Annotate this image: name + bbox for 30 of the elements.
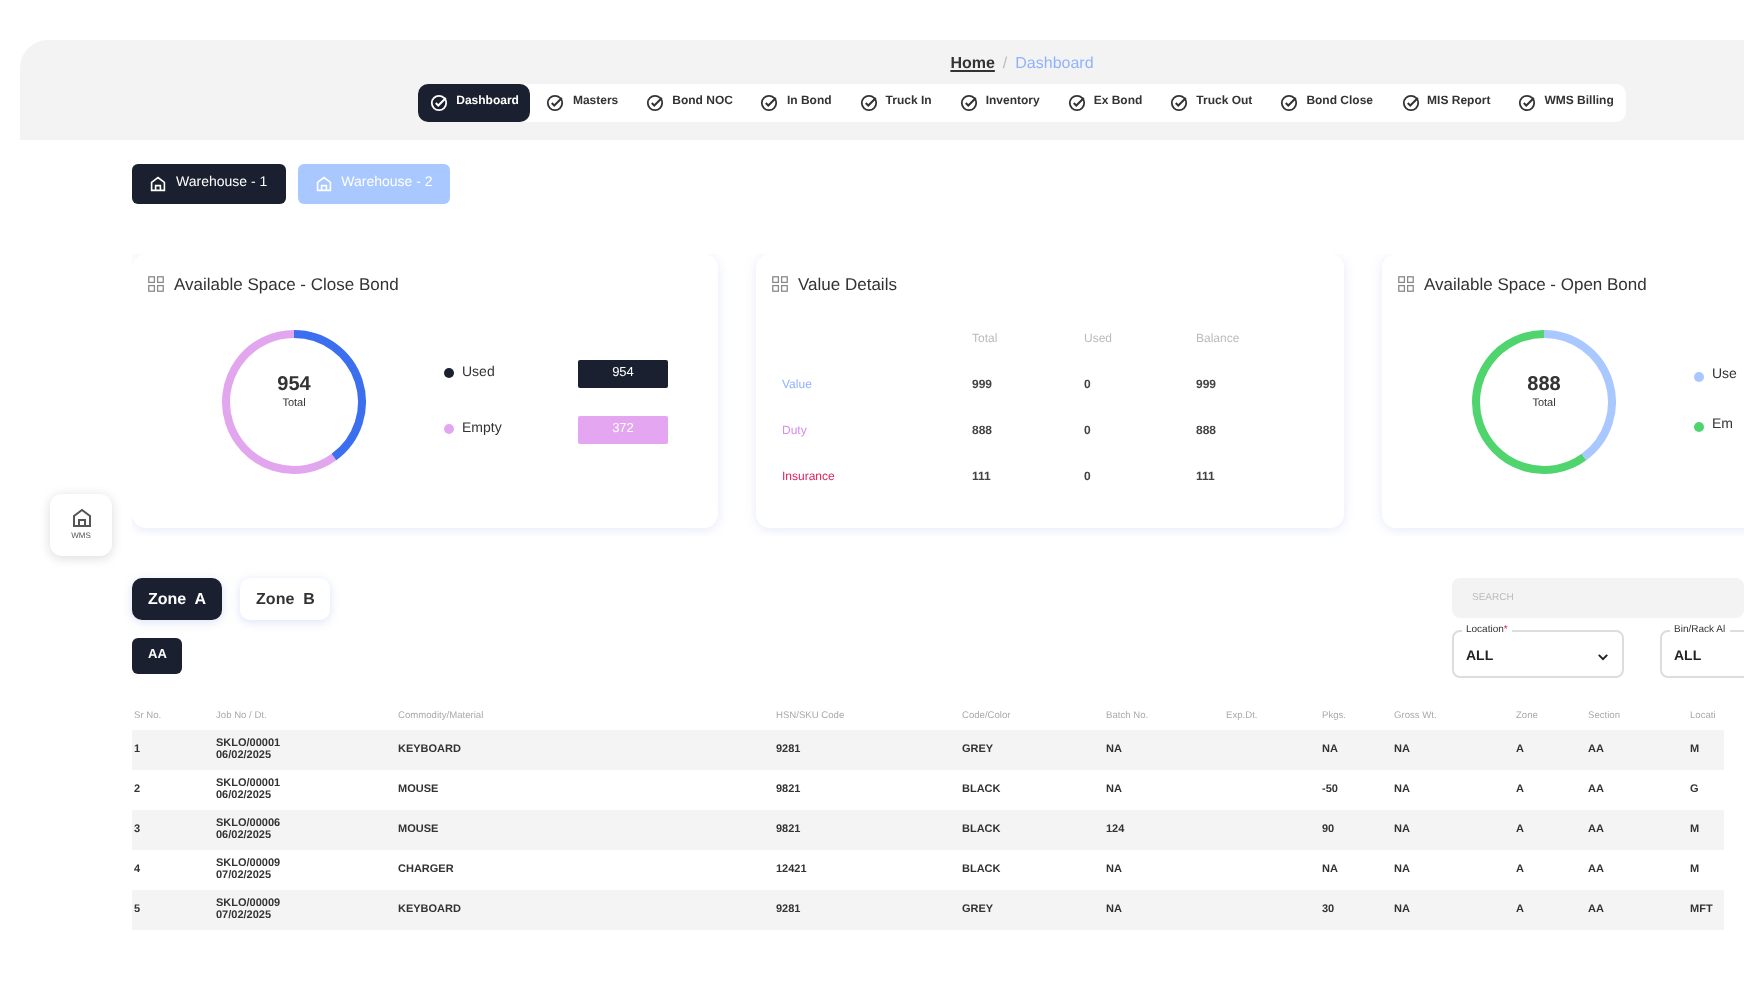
grid-icon [148,276,164,293]
card-title: Value Details [798,272,897,298]
legend-dot [444,368,454,379]
grid-icon [772,276,788,293]
check-circle-icon [646,94,665,112]
check-circle-icon [1518,94,1537,112]
breadcrumb-current: Dashboard [1015,52,1094,76]
check-circle-icon [1401,94,1420,112]
check-circle-icon [430,94,449,112]
card-title: Available Space - Open Bond [1424,272,1647,298]
check-circle-icon [546,94,565,112]
check-circle-icon [760,94,779,112]
zone-tab[interactable]: Zone A [132,578,223,620]
check-circle-icon [959,94,978,112]
house-icon [315,176,332,192]
breadcrumb-separator: / [1002,52,1008,76]
legend-dot [444,424,454,435]
breadcrumb-link[interactable]: Home [950,52,995,76]
check-circle-icon [1067,94,1086,112]
house-icon [71,508,91,528]
check-circle-icon [859,94,878,112]
chevron-down-icon [1596,650,1610,664]
donut-total: 888 [1525,375,1563,396]
check-circle-icon [1280,94,1299,112]
card-title: Available Space - Close Bond [174,272,399,298]
house-icon [150,176,166,192]
donut-total: 954 [275,375,313,396]
check-circle-icon [1170,94,1189,112]
zone-tab[interactable]: Zone B [240,578,331,620]
grid-icon [1398,276,1414,293]
